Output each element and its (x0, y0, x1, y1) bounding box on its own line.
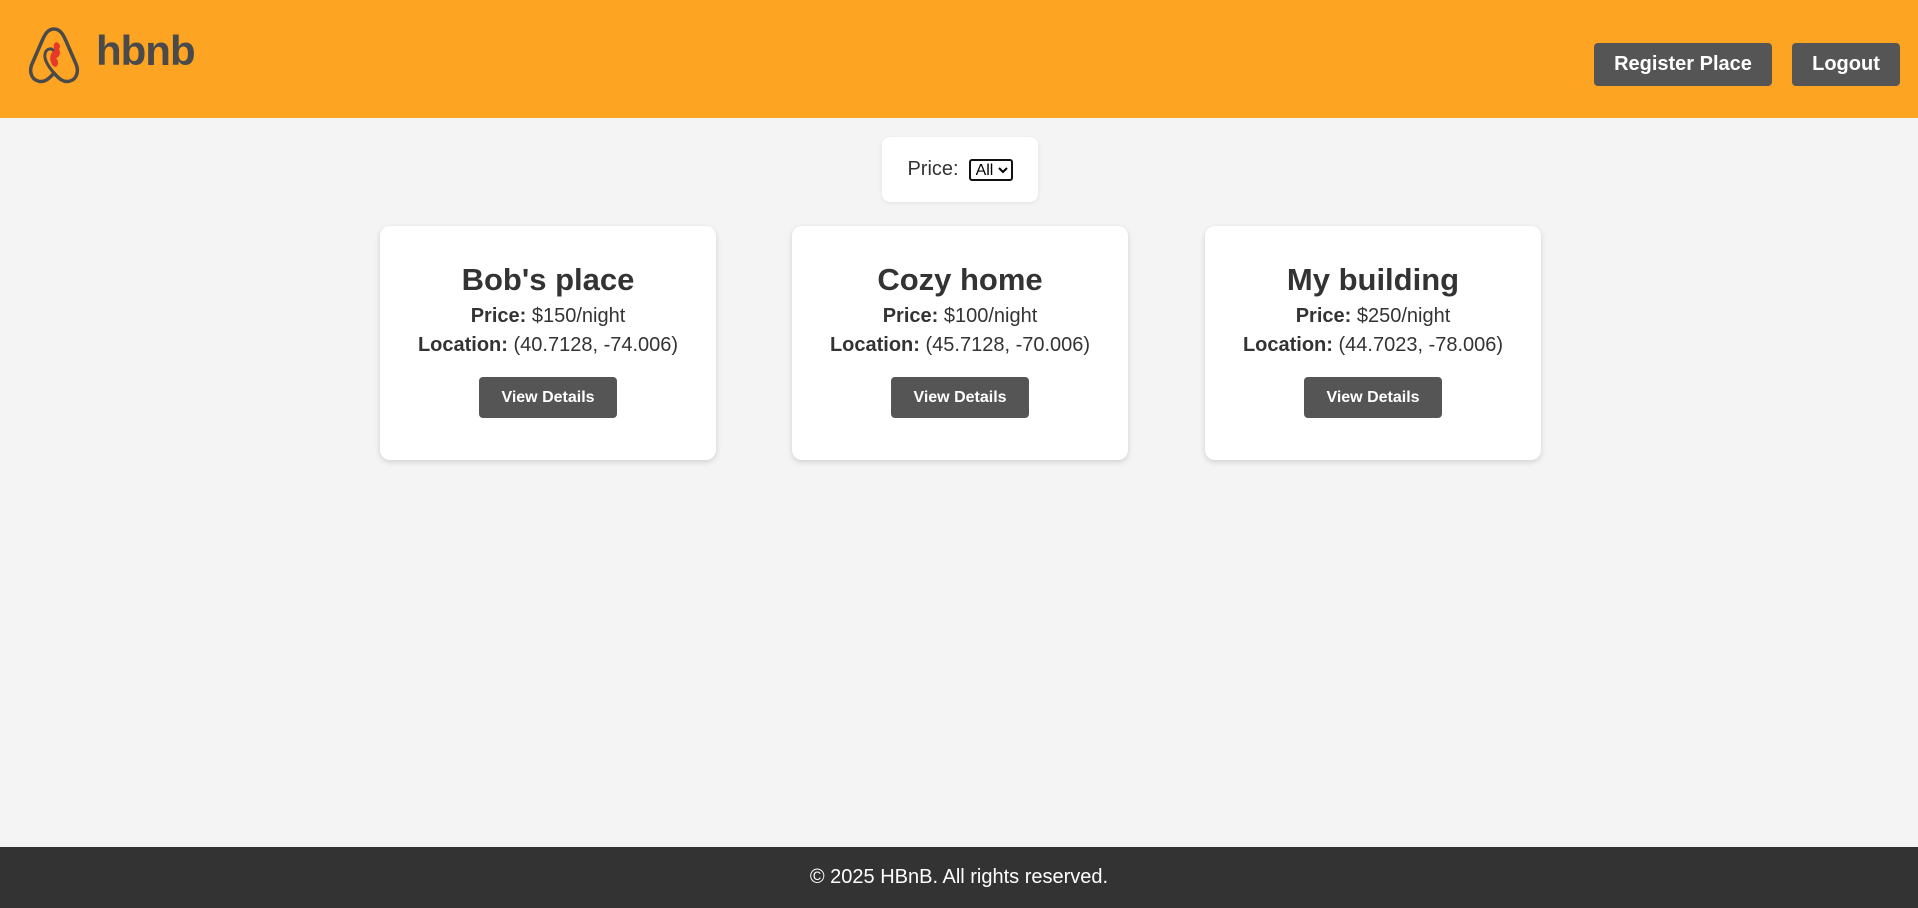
place-price: Price: $250/night (1205, 302, 1541, 331)
logo[interactable]: hbnb (26, 24, 196, 86)
logo-text: hbnb (96, 27, 196, 74)
location-value: (40.7128, -74.006) (513, 334, 679, 356)
view-details-button[interactable]: View Details (479, 377, 617, 418)
price-label: Price: (882, 305, 939, 327)
location-label: Location: (417, 334, 508, 356)
price-filter: Price: All (882, 137, 1038, 202)
logout-button[interactable]: Logout (1792, 43, 1900, 86)
place-name: Cozy home (877, 262, 1043, 297)
place-location: Location: (44.7023, -78.006) (1205, 331, 1541, 360)
site-header: hbnb Register Place Logout (0, 0, 1918, 118)
place-price: Price: $100/night (792, 302, 1128, 331)
price-filter-select[interactable]: All (968, 158, 1013, 181)
price-label: Price: (1295, 305, 1352, 327)
view-details-button[interactable]: View Details (891, 377, 1029, 418)
place-price: Price: $150/night (380, 302, 716, 331)
site-footer: © 2025 HBnB. All rights reserved. (0, 847, 1918, 908)
place-card: Cozy home Price: $100/night Location: (4… (792, 226, 1128, 460)
location-label: Location: (1242, 334, 1333, 356)
copyright-text: © 2025 HBnB. All rights reserved. (809, 866, 1109, 888)
price-filter-label: Price: (907, 158, 959, 180)
place-name: Bob's place (461, 262, 635, 297)
place-name: My building (1286, 262, 1460, 297)
price-value: $250/night (1356, 305, 1451, 327)
location-value: (44.7023, -78.006) (1338, 334, 1504, 356)
price-value: $100/night (943, 305, 1038, 327)
logo-icon (28, 27, 80, 84)
location-label: Location: (829, 334, 920, 356)
place-card: My building Price: $250/night Location: … (1205, 226, 1541, 460)
price-label: Price: (470, 305, 527, 327)
place-card: Bob's place Price: $150/night Location: … (380, 226, 716, 460)
view-details-button[interactable]: View Details (1304, 377, 1442, 418)
place-location: Location: (40.7128, -74.006) (380, 331, 716, 360)
price-value: $150/night (531, 305, 626, 327)
register-place-button[interactable]: Register Place (1594, 43, 1772, 86)
place-location: Location: (45.7128, -70.006) (792, 331, 1128, 360)
location-value: (45.7128, -70.006) (925, 334, 1091, 356)
